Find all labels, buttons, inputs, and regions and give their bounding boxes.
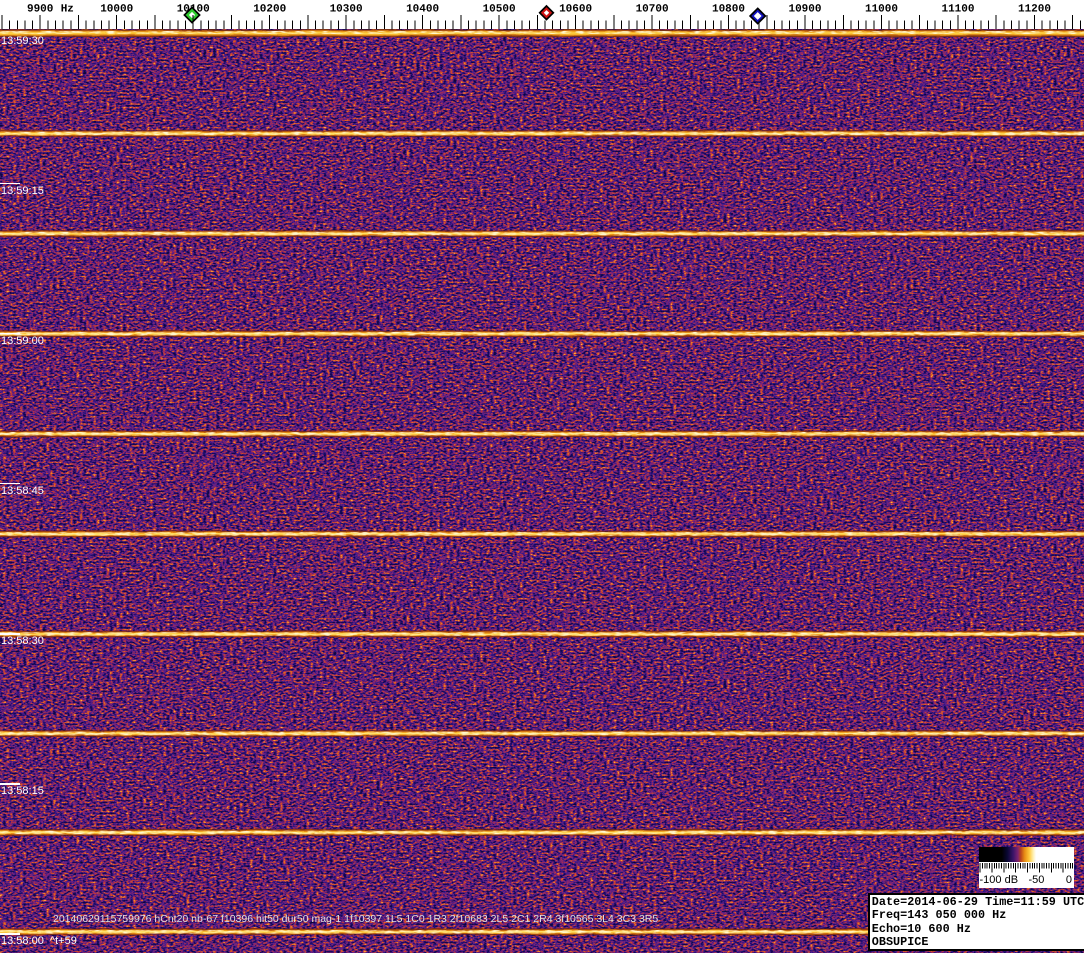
svg-text:10600: 10600	[559, 4, 592, 16]
svg-text:9900: 9900	[27, 4, 53, 16]
svg-text:10700: 10700	[636, 4, 669, 16]
svg-text:Hz: Hz	[61, 4, 74, 16]
svg-text:10300: 10300	[330, 4, 363, 16]
svg-text:10800: 10800	[712, 4, 745, 16]
svg-text:10400: 10400	[406, 4, 439, 16]
svg-text:10500: 10500	[483, 4, 516, 16]
svg-text:10000: 10000	[100, 4, 133, 16]
svg-text:11200: 11200	[1018, 4, 1051, 16]
svg-text:11100: 11100	[941, 4, 974, 16]
svg-text:11000: 11000	[865, 4, 898, 16]
svg-text:10200: 10200	[253, 4, 286, 16]
svg-text:10900: 10900	[788, 4, 821, 16]
